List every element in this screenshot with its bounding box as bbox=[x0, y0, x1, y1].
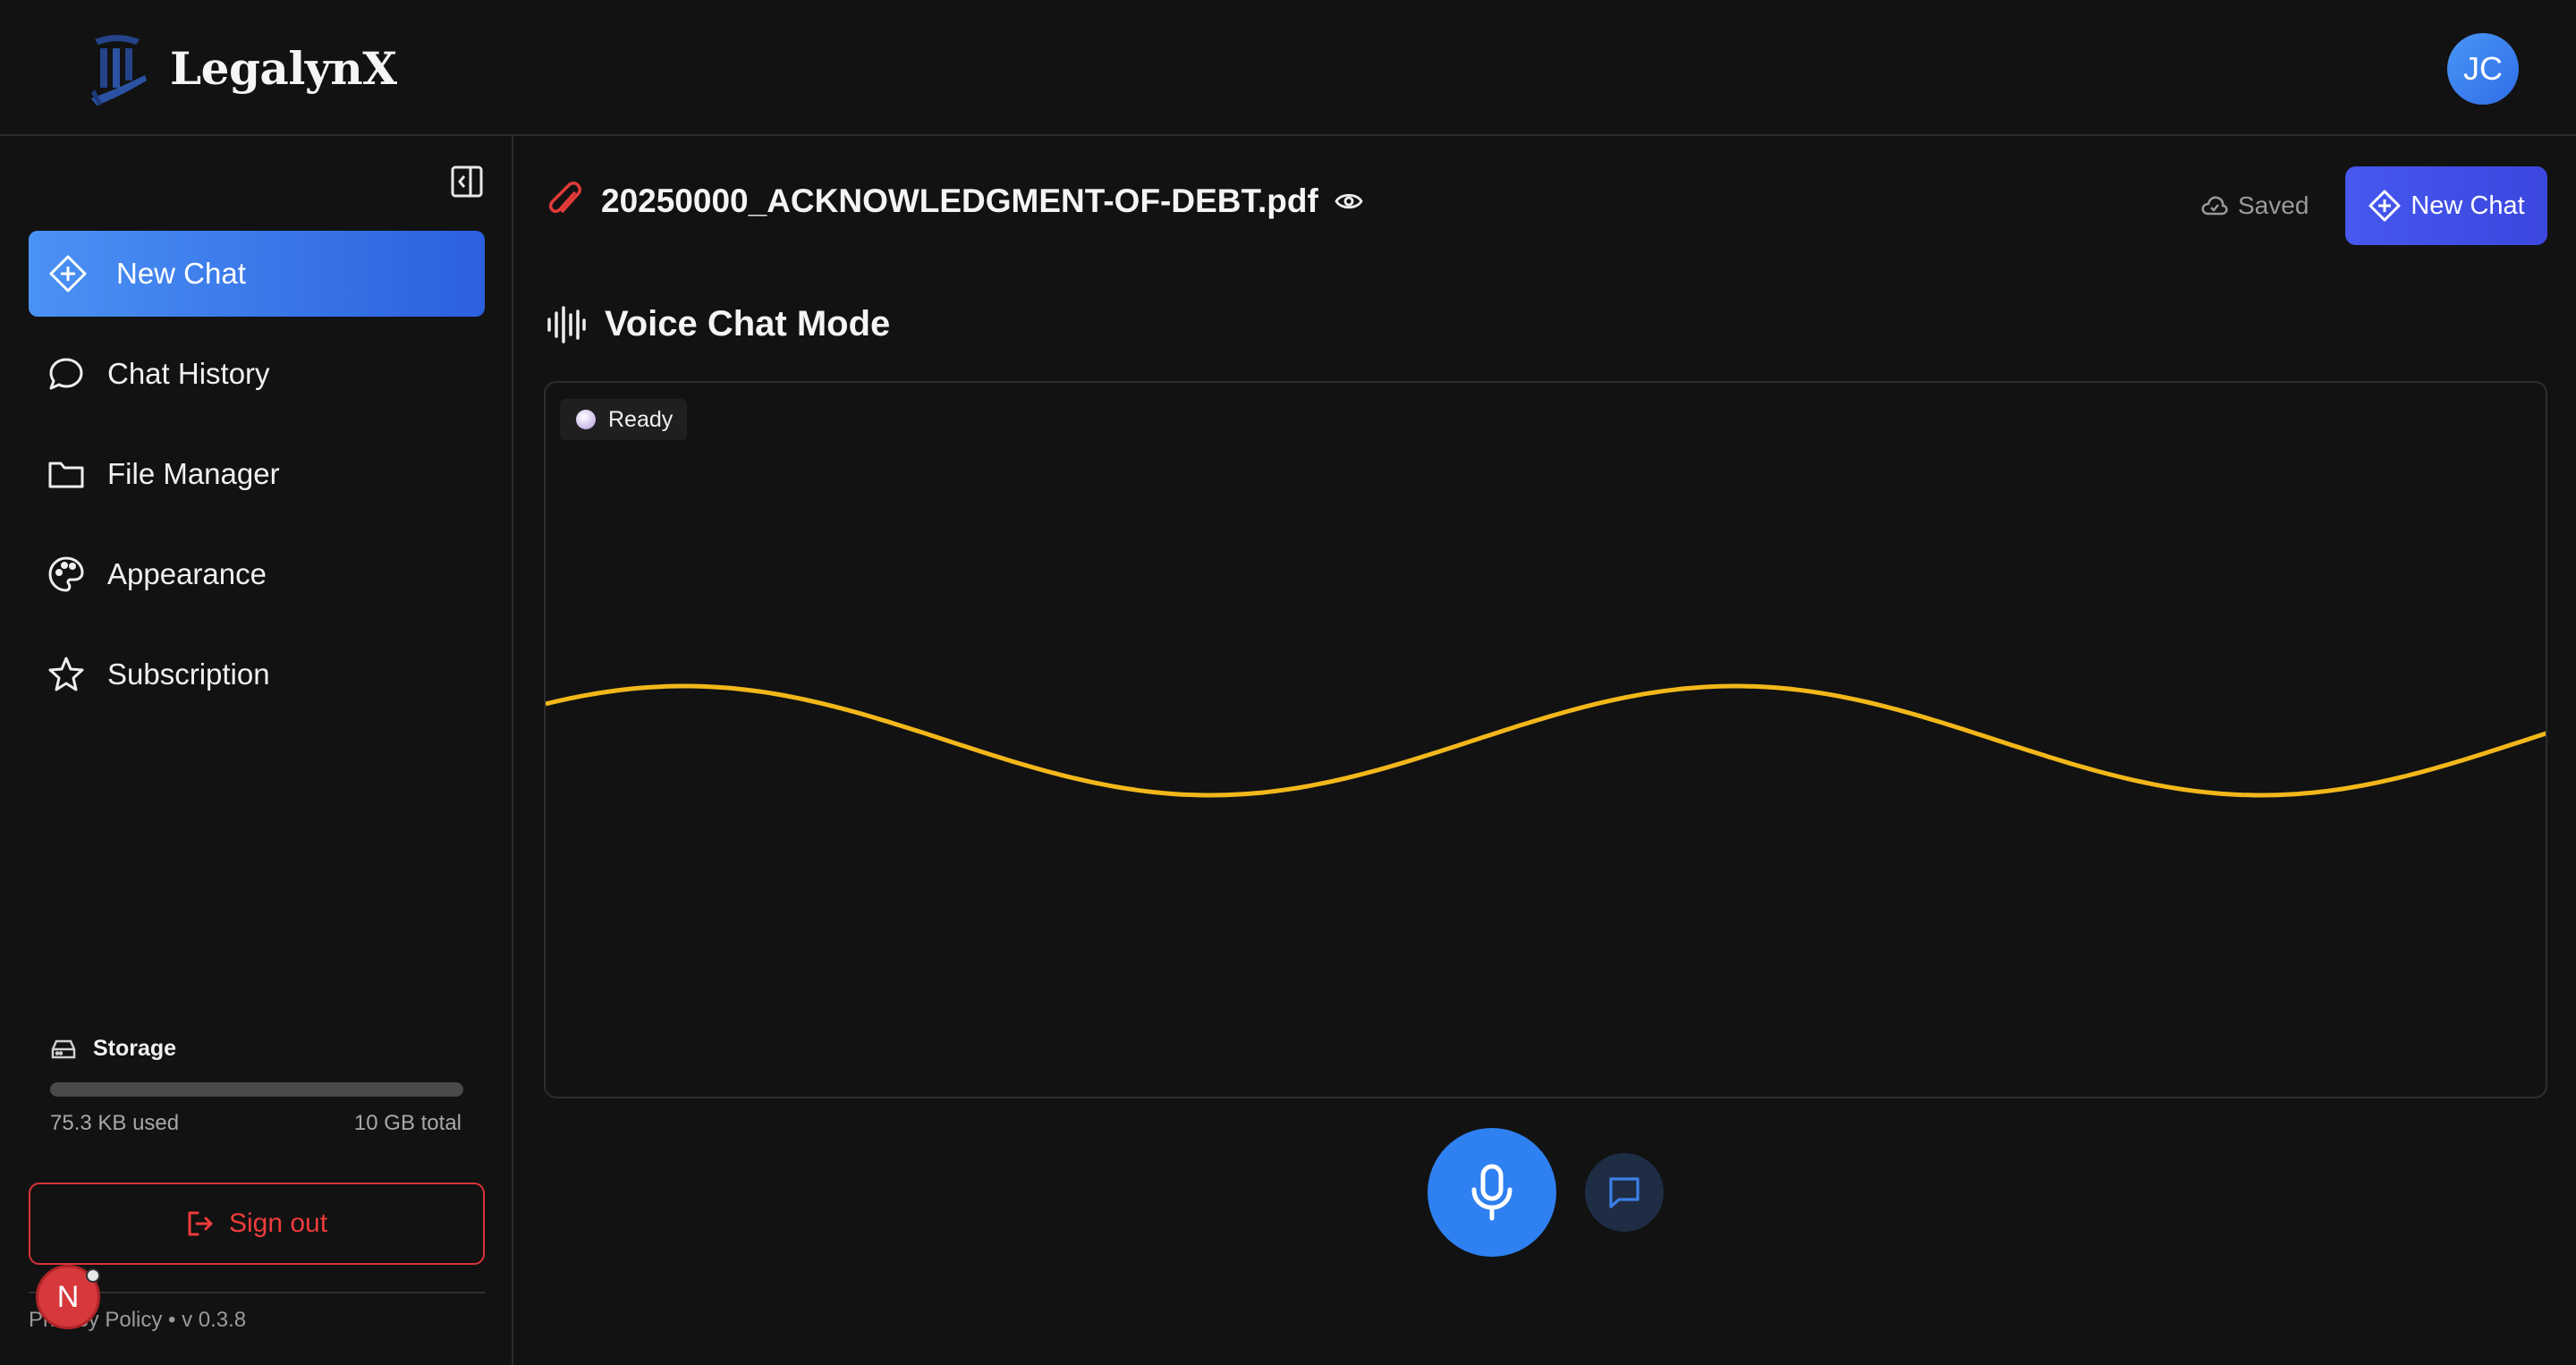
status-badge: Ready bbox=[560, 399, 688, 440]
sidebar-item-file-manager[interactable]: File Manager bbox=[29, 431, 485, 517]
storage-progress-bar bbox=[50, 1082, 463, 1097]
microphone-button[interactable] bbox=[1428, 1128, 1556, 1257]
voice-chat-heading: Voice Chat Mode bbox=[546, 304, 890, 344]
voice-chat-title: Voice Chat Mode bbox=[605, 304, 891, 343]
hard-drive-icon bbox=[51, 1039, 76, 1058]
sign-out-icon bbox=[188, 1211, 213, 1236]
saved-status: Saved bbox=[2200, 191, 2309, 220]
palette-icon bbox=[48, 556, 84, 592]
app-root: LegalynX JC New Chat Chat History File M… bbox=[0, 0, 2576, 1365]
waveform-visualizer bbox=[546, 683, 2546, 798]
sidebar-item-label: Appearance bbox=[107, 557, 267, 590]
plus-diamond-icon bbox=[2368, 190, 2401, 222]
voice-waveform-panel: Ready bbox=[544, 381, 2547, 1098]
collapse-sidebar-icon[interactable] bbox=[451, 165, 483, 198]
logo[interactable]: LegalynX bbox=[82, 27, 397, 109]
sidebar-item-label: New Chat bbox=[116, 257, 246, 290]
storage-label: Storage bbox=[50, 1036, 176, 1062]
saved-label: Saved bbox=[2238, 191, 2309, 219]
switch-to-text-chat-button[interactable] bbox=[1585, 1153, 1664, 1232]
sidebar-item-chat-history[interactable]: Chat History bbox=[29, 331, 485, 417]
sidebar-item-subscription[interactable]: Subscription bbox=[29, 632, 485, 717]
cloud-check-icon bbox=[2201, 196, 2228, 216]
paperclip-icon bbox=[548, 182, 581, 213]
chat-bubble-icon bbox=[49, 358, 83, 390]
pillar-logo-icon bbox=[91, 35, 147, 106]
sidebar-item-label: Chat History bbox=[107, 357, 270, 390]
user-avatar[interactable]: JC bbox=[2447, 33, 2519, 105]
plus-diamond-icon bbox=[49, 255, 87, 292]
message-square-icon bbox=[1609, 1177, 1640, 1208]
folder-icon bbox=[48, 462, 84, 488]
waveform-line bbox=[546, 683, 2546, 798]
storage-title: Storage bbox=[93, 1036, 177, 1061]
status-label: Ready bbox=[608, 406, 674, 432]
sidebar-item-new-chat[interactable]: New Chat bbox=[29, 231, 485, 317]
storage-used: 75.3 KB used bbox=[50, 1111, 180, 1135]
app-name: LegalynX bbox=[170, 41, 397, 95]
sign-out-button[interactable]: Sign out bbox=[29, 1183, 485, 1265]
top-header: LegalynX JC bbox=[0, 0, 2576, 136]
new-chat-button[interactable]: New Chat bbox=[2345, 166, 2547, 245]
audio-waveform-icon bbox=[547, 305, 586, 343]
status-dot bbox=[576, 410, 596, 429]
storage-total: 10 GB total bbox=[353, 1111, 462, 1135]
eye-icon[interactable] bbox=[1335, 191, 1363, 212]
microphone-icon bbox=[1471, 1164, 1513, 1221]
document-title-row: 20250000_ACKNOWLEDGMENT-OF-DEBT.pdf bbox=[547, 181, 1363, 222]
sidebar-item-appearance[interactable]: Appearance bbox=[29, 531, 485, 617]
sign-out-label: Sign out bbox=[228, 1208, 328, 1238]
sidebar: New Chat Chat History File Manager Appea… bbox=[0, 136, 513, 1365]
new-chat-label: New Chat bbox=[2411, 191, 2525, 220]
document-title: 20250000_ACKNOWLEDGMENT-OF-DEBT.pdf bbox=[601, 182, 1318, 219]
sidebar-item-label: File Manager bbox=[107, 457, 280, 490]
notification-dot bbox=[86, 1268, 100, 1283]
star-icon bbox=[48, 657, 84, 691]
sidebar-item-label: Subscription bbox=[107, 657, 270, 691]
